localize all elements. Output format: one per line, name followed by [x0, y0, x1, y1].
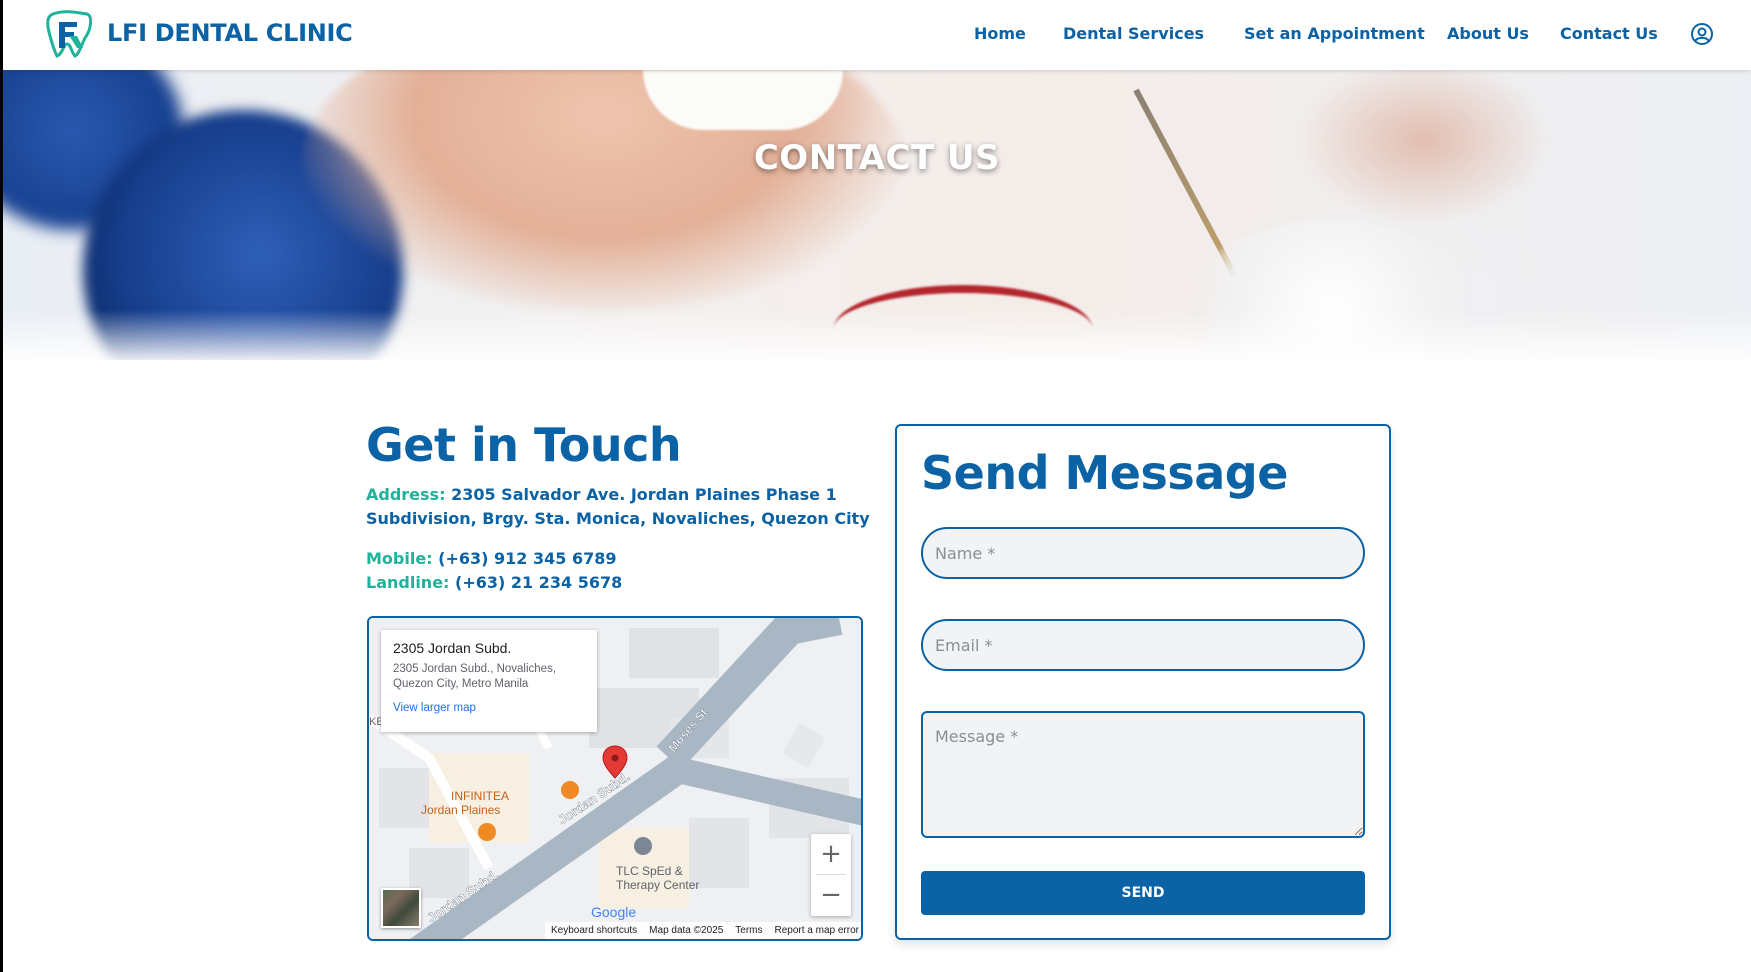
embedded-map[interactable]: Moses St Jordan Subd. Jordan Subd. INFIN… [367, 616, 863, 941]
contact-form: Send Message SEND [895, 424, 1391, 940]
satellite-layer-toggle[interactable] [381, 888, 421, 928]
navbar: LFI DENTAL CLINIC Home Dental Services S… [3, 0, 1751, 70]
landline-line: Landline: (+63) 21 234 5678 [366, 571, 622, 595]
hero-fade [3, 310, 1751, 360]
address-line-1: 2305 Salvador Ave. Jordan Plaines Phase … [451, 485, 837, 504]
send-message-heading: Send Message [921, 446, 1288, 500]
hero-title: CONTACT US [753, 138, 1001, 178]
address-block: Address: 2305 Salvador Ave. Jordan Plain… [366, 483, 870, 531]
nav-home[interactable]: Home [974, 24, 1026, 43]
mobile-number: (+63) 912 345 6789 [438, 549, 617, 568]
nav-dental-services[interactable]: Dental Services [1063, 24, 1204, 43]
google-logo: Google [591, 904, 636, 920]
address-line-2: Subdivision, Brgy. Sta. Monica, Novalich… [366, 509, 870, 528]
nav-set-appointment[interactable]: Set an Appointment [1244, 24, 1425, 43]
get-in-touch-heading: Get in Touch [366, 418, 682, 472]
view-larger-map-link[interactable]: View larger map [393, 702, 585, 714]
poi-label-jordan-plaines: Jordan Plaines [421, 803, 500, 817]
name-field[interactable] [921, 527, 1365, 579]
landline-number: (+63) 21 234 5678 [455, 573, 623, 592]
report-map-error-link[interactable]: Report a map error [775, 925, 859, 936]
map-place-card: 2305 Jordan Subd. 2305 Jordan Subd., Nov… [381, 630, 597, 732]
map-footer: Keyboard shortcuts Map data ©2025 Terms … [545, 922, 861, 939]
poi-label-therapy: Therapy Center [616, 878, 699, 892]
map-terms-link[interactable]: Terms [735, 925, 762, 936]
email-field[interactable] [921, 619, 1365, 671]
keyboard-shortcuts-link[interactable]: Keyboard shortcuts [551, 925, 637, 936]
landline-label: Landline: [366, 573, 450, 592]
map-data-text: Map data ©2025 [649, 925, 724, 936]
map-place-address: 2305 Jordan Subd., Novaliches, Quezon Ci… [393, 663, 557, 690]
mobile-label: Mobile: [366, 549, 433, 568]
map-zoom-control: + − [811, 834, 851, 916]
zoom-out-button[interactable]: − [811, 875, 851, 915]
nav-contact-us[interactable]: Contact Us [1560, 24, 1658, 43]
restaurant-icon[interactable] [561, 781, 579, 799]
hero-banner: CONTACT US [3, 70, 1751, 360]
address-label: Address: [366, 485, 446, 504]
nav-about-us[interactable]: About Us [1447, 24, 1529, 43]
poi-label-infinitea: INFINITEA [451, 789, 509, 803]
brand-name[interactable]: LFI DENTAL CLINIC [107, 19, 353, 47]
google-logo-text: Google [591, 904, 637, 920]
poi-label-tlc: TLC SpEd & [616, 864, 683, 878]
tooth-logo-icon[interactable] [43, 8, 95, 60]
send-button[interactable]: SEND [921, 871, 1365, 915]
user-circle-icon[interactable] [1690, 22, 1714, 46]
message-field[interactable] [921, 711, 1365, 838]
cafe-icon[interactable] [478, 823, 496, 841]
zoom-in-button[interactable]: + [811, 834, 851, 874]
hero-photo-smile [643, 70, 843, 130]
mobile-line: Mobile: (+63) 912 345 6789 [366, 547, 617, 571]
map-place-title: 2305 Jordan Subd. [393, 640, 512, 656]
school-icon[interactable] [634, 837, 652, 855]
